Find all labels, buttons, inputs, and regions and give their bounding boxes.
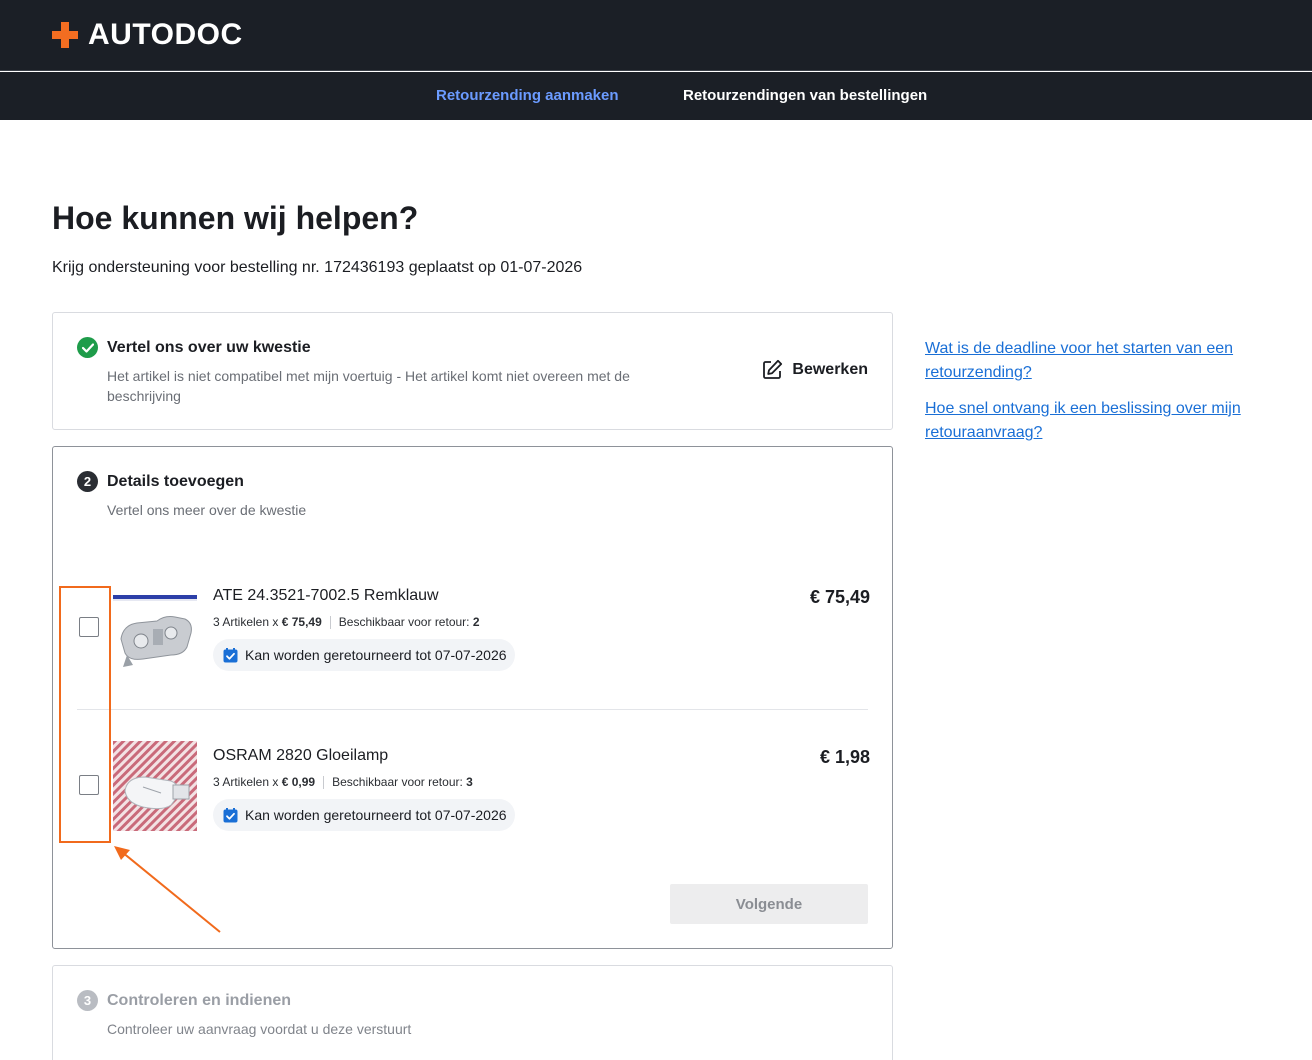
calendar-check-icon: [223, 647, 238, 662]
step-3-card: 3 Controleren en indienen Controleer uw …: [52, 965, 893, 1060]
return-deadline-badge: Kan worden geretourneerd tot 07-07-2026: [213, 799, 515, 831]
return-deadline-badge: Kan worden geretourneerd tot 07-07-2026: [213, 639, 515, 671]
item-checkbox[interactable]: [79, 775, 99, 795]
product-meta: 3 Artikelen x € 75,49 Beschikbaar voor r…: [213, 615, 480, 629]
return-deadline-text: Kan worden geretourneerd tot 07-07-2026: [245, 807, 507, 823]
page-title: Hoe kunnen wij helpen?: [52, 200, 419, 236]
unit-price: € 0,99: [281, 775, 316, 789]
item-divider: [77, 709, 868, 710]
faq-link-deadline[interactable]: Wat is de deadline voor het starten van …: [925, 337, 1270, 385]
step-3-description: Controleer uw aanvraag voordat u deze ve…: [107, 1021, 412, 1037]
quantity-label: 3 Artikelen x: [213, 615, 279, 629]
step-2-title: Details toevoegen: [107, 472, 244, 490]
item-checkbox[interactable]: [79, 617, 99, 637]
step-3-title: Controleren en indienen: [107, 991, 292, 1009]
check-circle-icon: [77, 337, 98, 358]
plus-logo-icon: [52, 22, 78, 48]
calendar-check-icon: [223, 807, 238, 822]
return-deadline-text: Kan worden geretourneerd tot 07-07-2026: [245, 647, 507, 663]
product-price: € 1,98: [819, 747, 870, 767]
product-name[interactable]: ATE 24.3521-7002.5 Remklauw: [213, 587, 439, 605]
available-count: 2: [472, 615, 480, 629]
available-count: 3: [466, 775, 473, 789]
product-meta: 3 Artikelen x € 0,99 Beschikbaar voor re…: [213, 775, 473, 789]
step-3-header: 3 Controleren en indienen: [77, 990, 291, 1011]
tab-create-return[interactable]: Retourzending aanmaken: [436, 87, 619, 104]
step-2-header: 2 Details toevoegen: [77, 471, 244, 492]
top-bar: AUTODOC: [0, 0, 1312, 71]
unit-price: € 75,49: [281, 615, 322, 629]
edit-icon: [763, 359, 783, 379]
product-price: € 75,49: [809, 587, 870, 607]
step-2-number: 2: [77, 471, 98, 492]
brake-caliper-image: [113, 595, 197, 667]
step-1-description: Het artikel is niet compatibel met mijn …: [107, 368, 630, 404]
meta-divider: [323, 775, 325, 789]
bulb-image: [113, 741, 197, 831]
tab-order-returns[interactable]: Retourzendingen van bestellingen: [683, 87, 927, 104]
step-2-description: Vertel ons meer over de kwestie: [107, 502, 307, 518]
step-1-card: Vertel ons over uw kwestie Het artikel i…: [52, 312, 893, 430]
page-subtitle: Krijg ondersteuning voor bestelling nr. …: [52, 259, 583, 276]
step-1-title: Vertel ons over uw kwestie: [107, 338, 311, 356]
step-1-header: Vertel ons over uw kwestie: [77, 337, 311, 358]
available-label: Beschikbaar voor retour:: [338, 615, 470, 629]
edit-label: Bewerken: [792, 360, 868, 378]
sub-navigation: Retourzending aanmaken Retourzendingen v…: [0, 72, 1312, 120]
step-2-card: 2 Details toevoegen Vertel ons meer over…: [52, 446, 893, 949]
brand-logo[interactable]: AUTODOC: [52, 18, 243, 52]
product-name[interactable]: OSRAM 2820 Gloeilamp: [213, 747, 388, 765]
available-label: Beschikbaar voor retour:: [332, 775, 463, 789]
step-3-number: 3: [77, 990, 98, 1011]
edit-button[interactable]: Bewerken: [762, 359, 868, 380]
meta-divider: [329, 615, 331, 629]
quantity-label: 3 Artikelen x: [213, 775, 279, 789]
brand-name: AUTODOC: [88, 18, 243, 51]
next-button[interactable]: Volgende: [670, 884, 868, 924]
faq-link-decision[interactable]: Hoe snel ontvang ik een beslissing over …: [925, 397, 1270, 445]
